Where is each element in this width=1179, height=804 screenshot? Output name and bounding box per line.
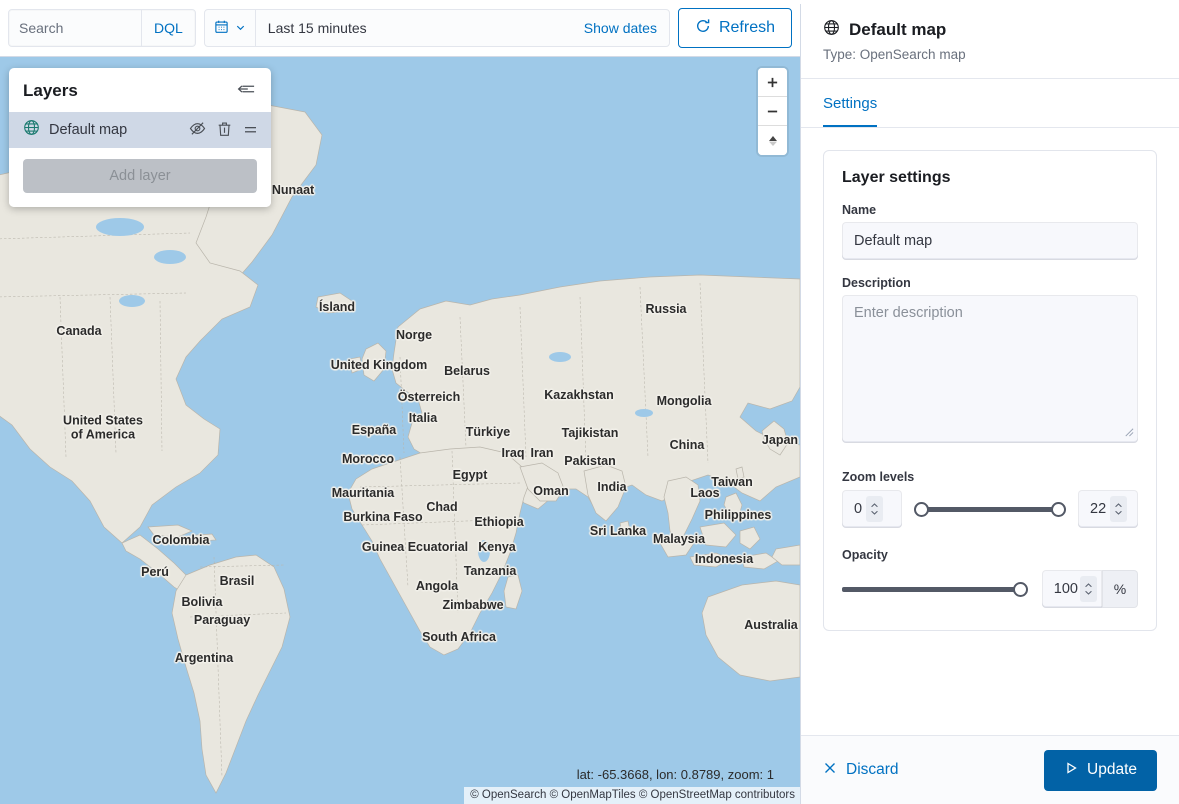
layer-config-panel: Default map Type: OpenSearch map Setting… [800,0,1179,804]
zoom-min-value: 0 [854,501,862,517]
panel-title: Default map [849,20,946,40]
map-column: DQL [0,0,800,804]
map-editor-app: DQL [0,0,1179,804]
query-bar: DQL [0,0,800,57]
name-input[interactable] [842,222,1138,260]
tab-settings[interactable]: Settings [823,79,877,127]
layers-panel-title: Layers [23,81,78,101]
opacity-value: 100 [1054,581,1078,597]
layer-row[interactable]: Default map [9,112,271,148]
map-canvas[interactable]: NunaatÍslandRussiaCanadaNorgeUnited King… [0,57,800,804]
zoom-levels-label: Zoom levels [842,470,1138,484]
calendar-quickselect-button[interactable] [205,10,256,46]
panel-subtitle: Type: OpenSearch map [823,47,1157,62]
description-field-label: Description [842,276,1138,290]
date-range-text[interactable]: Last 15 minutes [256,20,572,36]
drag-handle-icon[interactable] [242,122,259,139]
layer-settings-title: Layer settings [842,169,1138,187]
layer-settings-card: Layer settings Name Description [823,150,1157,631]
refresh-button[interactable]: Refresh [678,8,792,48]
zoom-levels-field: Zoom levels 0 [842,470,1138,528]
zoom-slider-knob-min[interactable] [914,502,929,517]
opacity-suffix-label: % [1102,570,1138,608]
show-dates-button[interactable]: Show dates [572,20,669,36]
zoom-max-stepper[interactable] [1110,496,1127,522]
discard-button[interactable]: Discard [823,761,899,780]
opacity-label: Opacity [842,548,1138,562]
zoom-min-input[interactable]: 0 [842,490,902,528]
zoom-min-stepper[interactable] [866,496,883,522]
dql-button[interactable]: DQL [141,10,195,46]
search-input[interactable] [9,10,141,46]
add-layer-button[interactable]: Add layer [23,159,257,193]
description-textarea[interactable] [842,295,1138,443]
discard-label: Discard [846,761,899,779]
layers-panel-header: Layers [9,68,271,112]
zoom-out-button[interactable] [758,97,787,126]
date-picker-group: Last 15 minutes Show dates [204,9,670,47]
panel-tabs: Settings [801,79,1179,128]
zoom-slider-knob-max[interactable] [1051,502,1066,517]
globe-icon [823,19,840,41]
add-layer-container: Add layer [9,148,271,207]
trash-icon[interactable] [216,120,233,141]
update-label: Update [1087,761,1137,779]
globe-icon [23,119,40,141]
opacity-field: Opacity 100 [842,548,1138,608]
compass-icon[interactable] [758,126,787,155]
window-top-strip [0,0,1179,4]
name-field-label: Name [842,203,1138,217]
collapse-left-icon[interactable] [235,80,257,101]
opacity-row: 100 % [842,570,1138,608]
opacity-stepper[interactable] [1080,576,1097,602]
zoom-max-input[interactable]: 22 [1078,490,1138,528]
opacity-slider-knob[interactable] [1013,582,1028,597]
map-zoom-controls [758,68,787,155]
opacity-slider[interactable] [842,570,1028,608]
refresh-icon [695,18,711,39]
zoom-max-value: 22 [1090,501,1106,517]
zoom-slider-fill [922,507,1058,512]
map-attribution: © OpenSearch © OpenMapTiles © OpenStreet… [464,787,800,804]
opacity-input[interactable]: 100 [1042,570,1102,608]
chevron-down-icon [235,21,246,36]
description-field: Description [842,276,1138,448]
opacity-slider-fill [842,587,1020,592]
panel-title-row: Default map [823,19,1157,41]
zoom-levels-row: 0 [842,490,1138,528]
map-coordinates-readout: lat: -65.3668, lon: 0.8789, zoom: 1 [577,767,774,782]
zoom-range-slider[interactable] [914,490,1066,528]
update-button[interactable]: Update [1044,750,1157,791]
calendar-icon [214,19,229,37]
search-group: DQL [8,9,196,47]
play-triangle-icon [1064,761,1078,780]
zoom-in-button[interactable] [758,68,787,97]
panel-header: Default map Type: OpenSearch map [801,0,1179,79]
refresh-label: Refresh [719,19,775,37]
layer-name-label: Default map [49,122,179,138]
eye-slash-icon[interactable] [188,120,207,140]
panel-body: Layer settings Name Description [801,128,1179,735]
layers-panel: Layers [9,68,271,207]
close-x-icon [823,761,837,780]
panel-footer: Discard Update [801,735,1179,804]
